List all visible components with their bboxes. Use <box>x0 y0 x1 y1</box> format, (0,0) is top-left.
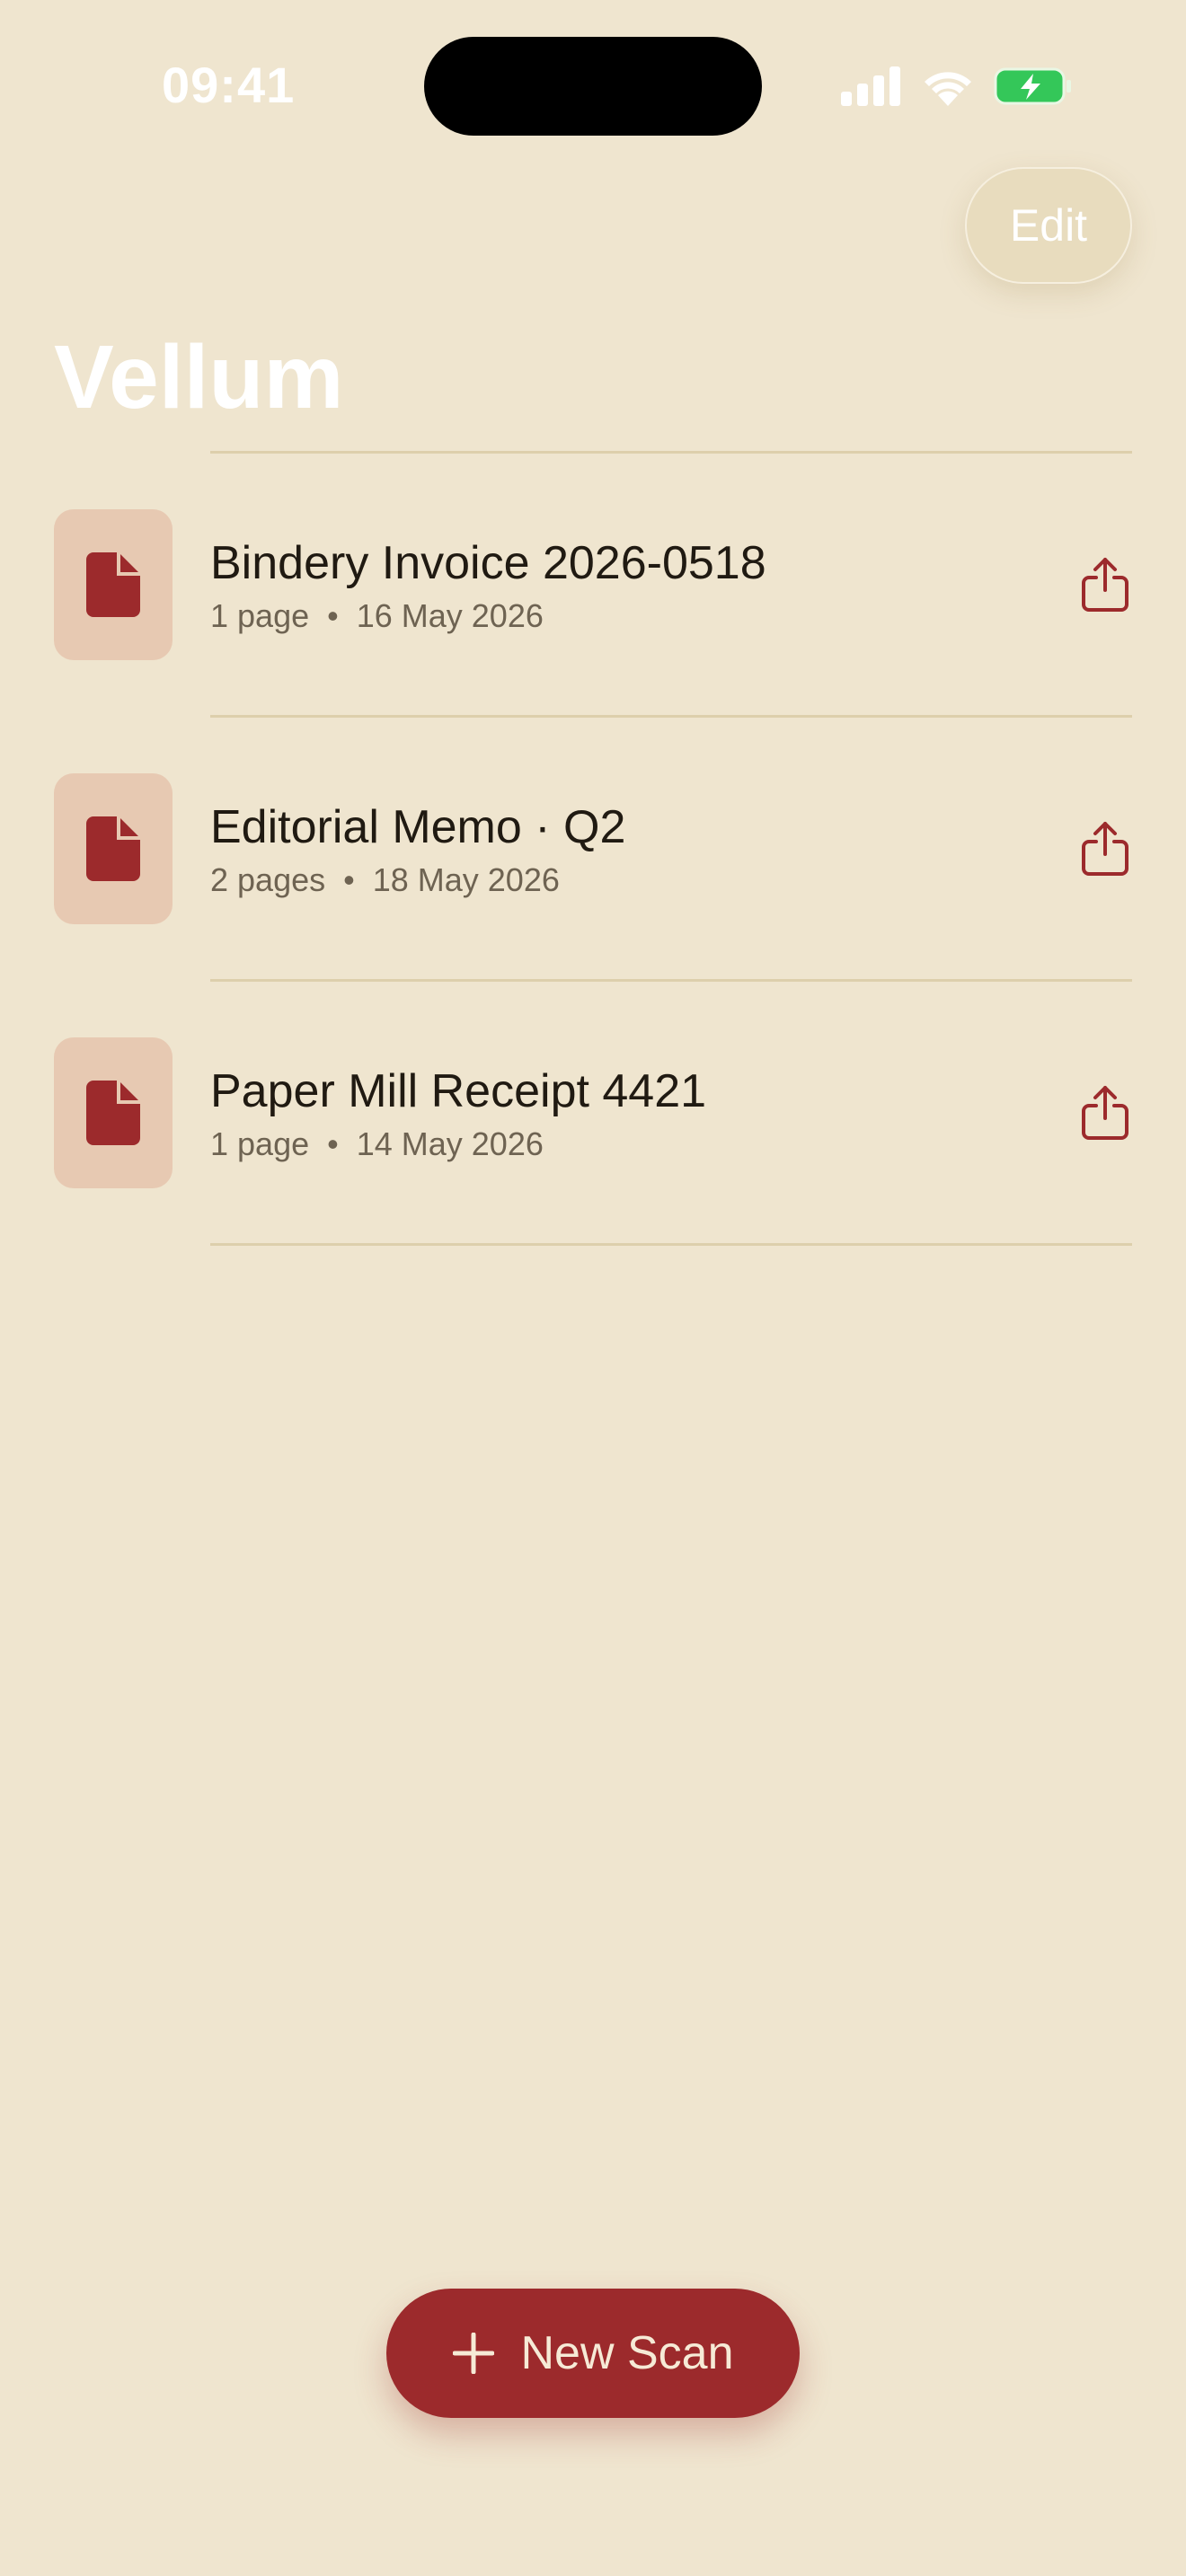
document-date: 16 May 2026 <box>356 597 544 634</box>
document-meta: 1 page • 14 May 2026 <box>210 1125 544 1163</box>
wifi-icon <box>925 72 971 106</box>
document-icon <box>86 552 140 617</box>
document-thumbnail <box>54 773 173 924</box>
new-scan-button[interactable]: New Scan <box>386 2289 800 2418</box>
document-date: 14 May 2026 <box>356 1125 544 1162</box>
meta-separator: • <box>327 597 339 634</box>
document-name: Paper Mill Receipt 4421 <box>210 1065 707 1117</box>
plus-icon <box>452 2333 494 2374</box>
dynamic-island <box>424 37 762 136</box>
document-name: Bindery Invoice 2026-0518 <box>210 537 766 589</box>
document-name: Editorial Memo · Q2 <box>210 801 626 853</box>
new-scan-label: New Scan <box>520 2327 734 2379</box>
document-icon <box>86 1081 140 1145</box>
document-row[interactable]: Editorial Memo · Q2 2 pages • 18 May 2026 <box>0 718 1186 979</box>
share-icon[interactable] <box>1078 556 1132 613</box>
share-icon[interactable] <box>1078 820 1132 878</box>
signal-icon <box>841 66 900 106</box>
page-count: 1 page <box>210 597 310 634</box>
document-thumbnail <box>54 1037 173 1188</box>
document-row[interactable]: Paper Mill Receipt 4421 1 page • 14 May 20… <box>0 982 1186 1243</box>
meta-separator: • <box>327 1125 339 1162</box>
status-bar: 09:41 <box>0 0 1186 171</box>
page-count: 2 pages <box>210 861 326 898</box>
document-meta: 2 pages • 18 May 2026 <box>210 861 560 899</box>
document-meta: 1 page • 16 May 2026 <box>210 597 544 635</box>
status-time: 09:41 <box>162 57 296 113</box>
document-date: 18 May 2026 <box>372 861 560 898</box>
battery-charging-icon <box>994 67 1071 105</box>
document-list: Bindery Invoice 2026-0518 1 page • 16 May … <box>0 451 1186 1246</box>
share-icon[interactable] <box>1078 1084 1132 1142</box>
document-icon <box>86 816 140 881</box>
list-divider <box>210 1243 1132 1246</box>
edit-button[interactable]: Edit <box>965 167 1132 284</box>
page-title: Vellum <box>54 327 344 428</box>
document-thumbnail <box>54 509 173 660</box>
page-count: 1 page <box>210 1125 310 1162</box>
document-row[interactable]: Bindery Invoice 2026-0518 1 page • 16 May … <box>0 454 1186 715</box>
meta-separator: • <box>343 861 355 898</box>
